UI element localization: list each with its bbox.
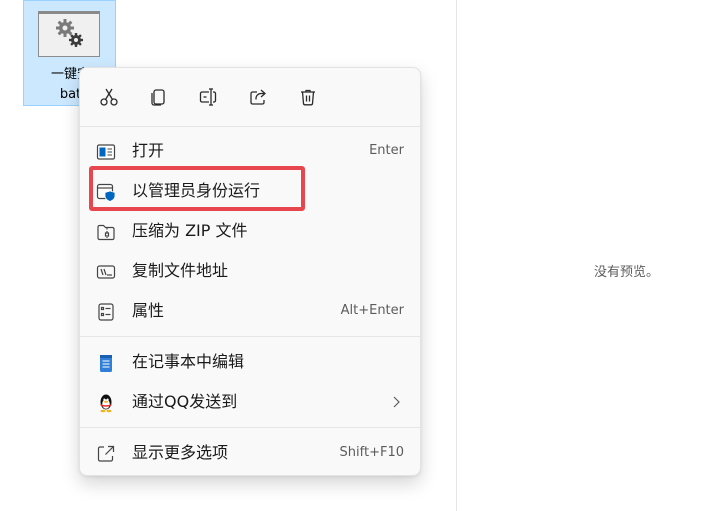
menu-item-show-more-options[interactable]: 显示更多选项 Shift+F10 xyxy=(86,435,414,471)
menu-item-compress-zip[interactable]: 压缩为 ZIP 文件 xyxy=(86,213,414,249)
menu-item-label: 显示更多选项 xyxy=(132,443,229,462)
menu-item-label: 通过QQ发送到 xyxy=(132,392,238,411)
context-menu: 打开 Enter 以管理员身份运行 压缩为 ZIP 文件 复制文件地址 属性 A… xyxy=(79,67,421,476)
menu-item-label: 打开 xyxy=(132,141,165,160)
notepad-icon xyxy=(96,353,116,373)
copy-button[interactable] xyxy=(142,81,174,113)
menu-item-label: 在记事本中编辑 xyxy=(132,352,245,371)
share-button[interactable] xyxy=(242,81,274,113)
menu-item-label: 压缩为 ZIP 文件 xyxy=(132,221,248,240)
menu-item-shortcut: Alt+Enter xyxy=(340,303,404,318)
rename-button[interactable] xyxy=(192,81,224,113)
scissors-icon xyxy=(100,88,118,106)
batch-file-thumbnail xyxy=(38,11,100,57)
menu-item-properties[interactable]: 属性 Alt+Enter xyxy=(86,293,414,329)
properties-icon xyxy=(96,302,116,322)
qq-penguin-icon xyxy=(96,393,116,413)
menu-item-shortcut: Shift+F10 xyxy=(339,445,404,460)
more-options-icon xyxy=(96,444,116,464)
menu-separator xyxy=(80,126,420,127)
trash-icon xyxy=(301,89,315,106)
delete-button[interactable] xyxy=(292,81,324,113)
no-preview-text: 没有预览。 xyxy=(594,265,660,280)
menu-item-shortcut: Enter xyxy=(369,143,404,158)
chevron-right-icon xyxy=(390,394,402,414)
rename-icon xyxy=(199,88,217,106)
share-icon xyxy=(250,89,266,105)
menu-item-label: 属性 xyxy=(132,301,165,320)
preview-pane: 没有预览。 xyxy=(457,0,705,511)
menu-item-open[interactable]: 打开 Enter xyxy=(86,133,414,169)
menu-item-send-via-qq[interactable]: 通过QQ发送到 xyxy=(86,384,414,420)
highlight-annotation-box xyxy=(89,166,305,211)
gear-icon xyxy=(56,19,83,47)
copy-path-icon xyxy=(96,262,116,282)
zip-folder-icon xyxy=(96,222,116,242)
menu-item-copy-path[interactable]: 复制文件地址 xyxy=(86,253,414,289)
copy-icon xyxy=(151,89,165,106)
open-window-icon xyxy=(96,142,116,162)
menu-item-label: 复制文件地址 xyxy=(132,261,229,280)
context-menu-quick-actions xyxy=(80,68,420,126)
menu-separator xyxy=(80,336,420,337)
menu-item-edit-notepad[interactable]: 在记事本中编辑 xyxy=(86,344,414,380)
menu-separator xyxy=(80,427,420,428)
cut-button[interactable] xyxy=(93,81,125,113)
